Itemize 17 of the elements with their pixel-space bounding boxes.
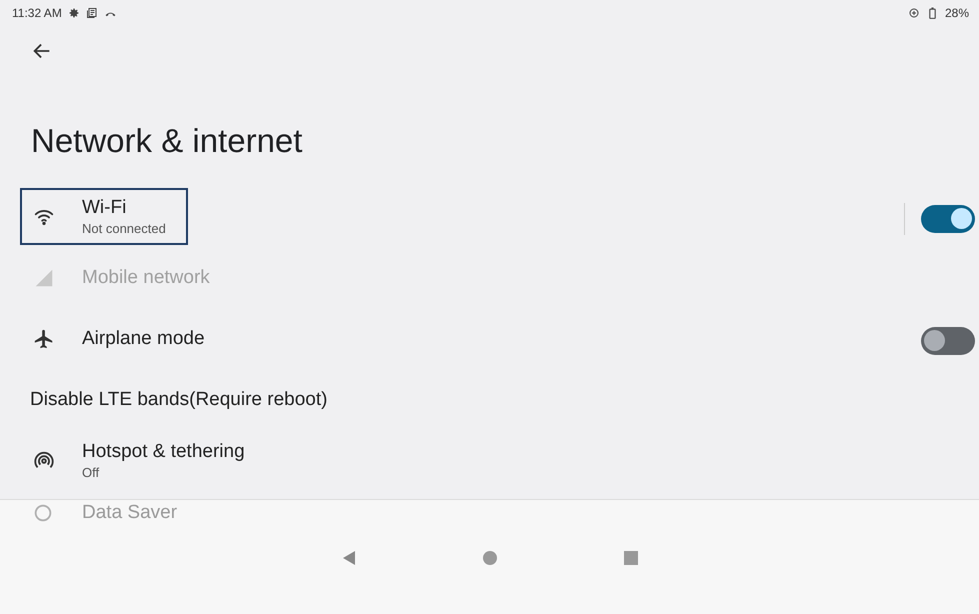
airplane-icon: [33, 328, 55, 350]
toggle-switch[interactable]: [921, 326, 975, 354]
gear-icon: [68, 7, 80, 19]
setting-item[interactable]: Airplane mode: [20, 310, 227, 367]
setting-item[interactable]: Disable LTE bands(Require reboot): [20, 371, 350, 428]
home-nav-button[interactable]: [482, 550, 498, 566]
setting-item[interactable]: Hotspot & tethering Off: [20, 432, 267, 489]
data-saver-icon: [908, 7, 920, 19]
news-icon: [86, 7, 98, 19]
status-time: 11:32 AM: [12, 6, 62, 20]
back-nav-button[interactable]: [340, 550, 356, 566]
page-title: Network & internet: [31, 122, 304, 160]
setting-item[interactable]: Wi-Fi Not connected: [20, 188, 188, 245]
battery-percent: 28%: [944, 6, 969, 20]
recents-nav-button[interactable]: [622, 550, 638, 566]
toggle-switch[interactable]: [921, 204, 975, 232]
data-saver-icon: [32, 502, 54, 524]
